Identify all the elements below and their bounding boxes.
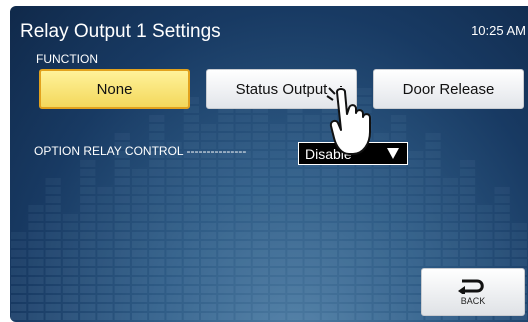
back-button[interactable]: BACK — [421, 268, 525, 316]
hand-pointer-icon — [326, 86, 371, 155]
back-arrow-icon — [458, 279, 484, 294]
function-none-button[interactable]: None — [39, 69, 190, 109]
back-label: BACK — [460, 296, 486, 306]
option-relay-control-label: OPTION RELAY CONTROL --------------- — [34, 144, 247, 158]
function-label: FUNCTION — [36, 52, 98, 66]
settings-screen: Relay Output 1 Settings 10:25 AM FUNCTIO… — [10, 6, 528, 322]
page-title: Relay Output 1 Settings — [20, 21, 221, 42]
clock: 10:25 AM — [471, 23, 526, 38]
